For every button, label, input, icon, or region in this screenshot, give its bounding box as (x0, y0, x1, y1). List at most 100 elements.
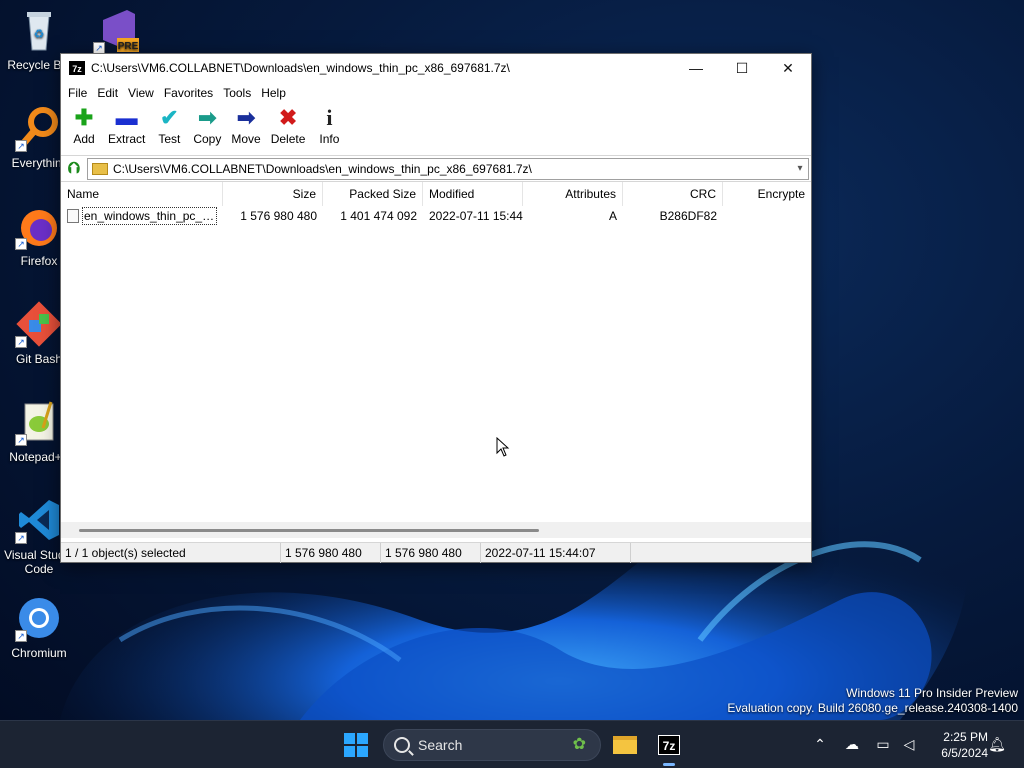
title-bar[interactable]: 7z C:\Users\VM6.COLLABNET\Downloads\en_w… (61, 54, 811, 82)
column-header-crc[interactable]: CRC (623, 182, 723, 206)
taskbar-file-explorer[interactable] (609, 729, 641, 761)
file-icon (67, 209, 79, 223)
watermark-line-1: Windows 11 Pro Insider Preview (846, 686, 1018, 700)
copy-label: Copy (193, 132, 222, 146)
desktop-icon-chromium[interactable]: ↗ Chromium (0, 594, 78, 660)
chromium-icon: ↗ (15, 594, 63, 642)
address-bar: ⮉ C:\Users\VM6.COLLABNET\Downloads\en_wi… (61, 156, 811, 182)
cell-modified: 2022-07-11 15:44 (429, 209, 523, 223)
status-packed-size: 1 576 980 480 (381, 542, 481, 563)
window-title: C:\Users\VM6.COLLABNET\Downloads\en_wind… (91, 61, 510, 75)
7zip-app-icon: 7z (658, 735, 680, 755)
network-icon[interactable]: ▭ (874, 735, 892, 753)
plus-icon: ✚ (74, 105, 94, 130)
windows-logo-icon (344, 733, 355, 744)
toolbar: ✚ Add ▬ Extract ✔ Test ➡ Copy ➡ Move ✖ D… (61, 104, 811, 156)
menu-file[interactable]: File (63, 82, 92, 104)
clock-time: 2:25 PM (943, 730, 988, 744)
delete-button[interactable]: ✖ Delete (266, 104, 311, 147)
chevron-up-icon[interactable]: ⌃ (811, 735, 829, 753)
watermark-line-2: Evaluation copy. Build 26080.ge_release.… (727, 701, 1018, 715)
info-button[interactable]: i Info (310, 104, 348, 147)
recycle-bin-icon: ♻ (15, 6, 63, 54)
add-label: Add (73, 132, 95, 146)
file-list-header: Name Size Packed Size Modified Attribute… (61, 182, 811, 206)
shortcut-arrow-icon: ↗ (15, 140, 27, 152)
column-header-encrypted[interactable]: Encrypte (723, 182, 811, 206)
move-arrow-icon: ➡ (236, 105, 256, 130)
add-button[interactable]: ✚ Add (65, 104, 103, 147)
column-header-attributes[interactable]: Attributes (523, 182, 623, 206)
minimize-button[interactable]: — (673, 54, 719, 82)
desktop-icon-visual-studio-preview[interactable]: PRE ↗ (78, 6, 156, 58)
notification-bell-icon[interactable]: 🔔︎ (988, 735, 1006, 753)
menu-edit[interactable]: Edit (92, 82, 123, 104)
status-modified: 2022-07-11 15:44:07 (481, 542, 631, 563)
file-name: en_windows_thin_pc_x8... (82, 207, 217, 225)
menu-help[interactable]: Help (256, 82, 291, 104)
scrollbar-thumb[interactable] (79, 529, 539, 532)
up-folder-button[interactable]: ⮉ (61, 157, 87, 181)
copy-button[interactable]: ➡ Copy (188, 104, 226, 147)
menu-favorites[interactable]: Favorites (159, 82, 218, 104)
extract-button[interactable]: ▬ Extract (103, 104, 150, 147)
move-button[interactable]: ➡ Move (226, 104, 265, 147)
firefox-icon: ↗ (15, 202, 63, 250)
column-header-size[interactable]: Size (223, 182, 323, 206)
move-label: Move (231, 132, 261, 146)
cell-attributes: A (608, 209, 617, 223)
desktop-icon-label: Chromium (11, 646, 67, 660)
windows-logo-icon-part (357, 746, 368, 757)
cell-packed-size: 1 401 474 092 (340, 209, 417, 223)
cell-encrypted (723, 206, 811, 226)
address-path: C:\Users\VM6.COLLABNET\Downloads\en_wind… (113, 161, 532, 176)
chevron-down-icon[interactable]: ▾ (792, 163, 808, 174)
shortcut-arrow-icon: ↗ (15, 336, 27, 348)
vscode-icon: ↗ (15, 496, 63, 544)
folder-icon (92, 162, 108, 175)
delete-x-icon: ✖ (278, 105, 298, 130)
extract-label: Extract (108, 132, 146, 146)
visual-studio-preview-icon: PRE ↗ (93, 6, 141, 54)
close-button[interactable]: ✕ (765, 54, 811, 82)
cell-size: 1 576 980 480 (240, 209, 317, 223)
menu-view[interactable]: View (123, 82, 159, 104)
taskbar-clock[interactable]: 2:25 PM 6/5/2024 (926, 729, 988, 761)
search-icon (394, 737, 410, 753)
menu-tools[interactable]: Tools (218, 82, 256, 104)
shortcut-arrow-icon: ↗ (15, 630, 27, 642)
address-field[interactable]: C:\Users\VM6.COLLABNET\Downloads\en_wind… (87, 157, 809, 180)
shortcut-arrow-icon: ↗ (15, 434, 27, 446)
svg-text:PRE: PRE (118, 41, 139, 52)
menu-bar: File Edit View Favorites Tools Help (61, 82, 811, 104)
check-icon: ✔ (160, 105, 179, 130)
maximize-button[interactable]: ☐ (719, 54, 765, 82)
search-highlight-plant-icon: ✿ (572, 736, 586, 753)
column-header-packed-size[interactable]: Packed Size (323, 182, 423, 206)
svg-text:♻: ♻ (34, 27, 45, 41)
shortcut-arrow-icon: ↗ (15, 532, 27, 544)
column-header-modified[interactable]: Modified (423, 182, 523, 206)
windows-logo-icon-part (357, 733, 368, 744)
git-bash-icon: ↗ (15, 300, 63, 348)
horizontal-scrollbar[interactable] (61, 522, 811, 538)
7zip-app-icon: 7z (69, 61, 85, 75)
cell-name: en_windows_thin_pc_x8... (61, 206, 223, 226)
table-row[interactable]: en_windows_thin_pc_x8... 1 576 980 480 1… (61, 206, 811, 226)
folder-icon (613, 736, 637, 754)
column-header-name[interactable]: Name (61, 182, 223, 206)
windows-evaluation-watermark: Windows 11 Pro Insider Preview Evaluatio… (727, 686, 1018, 716)
cell-crc: B286DF82 (659, 209, 717, 223)
test-button[interactable]: ✔ Test (150, 104, 188, 147)
cloud-off-icon[interactable]: ☁ (843, 735, 861, 753)
taskbar-search-box[interactable]: Search ✿ (383, 729, 601, 761)
start-button[interactable] (344, 733, 368, 757)
volume-icon[interactable]: ◁ (900, 735, 918, 753)
taskbar-7zip[interactable]: 7z (653, 729, 685, 766)
7zip-file-manager-window: 7z C:\Users\VM6.COLLABNET\Downloads\en_w… (60, 53, 812, 563)
file-list[interactable]: Name Size Packed Size Modified Attribute… (61, 182, 811, 526)
info-icon: i (326, 105, 333, 130)
test-label: Test (158, 132, 181, 146)
search-label: Search (418, 737, 463, 753)
clock-date: 6/5/2024 (941, 746, 988, 760)
